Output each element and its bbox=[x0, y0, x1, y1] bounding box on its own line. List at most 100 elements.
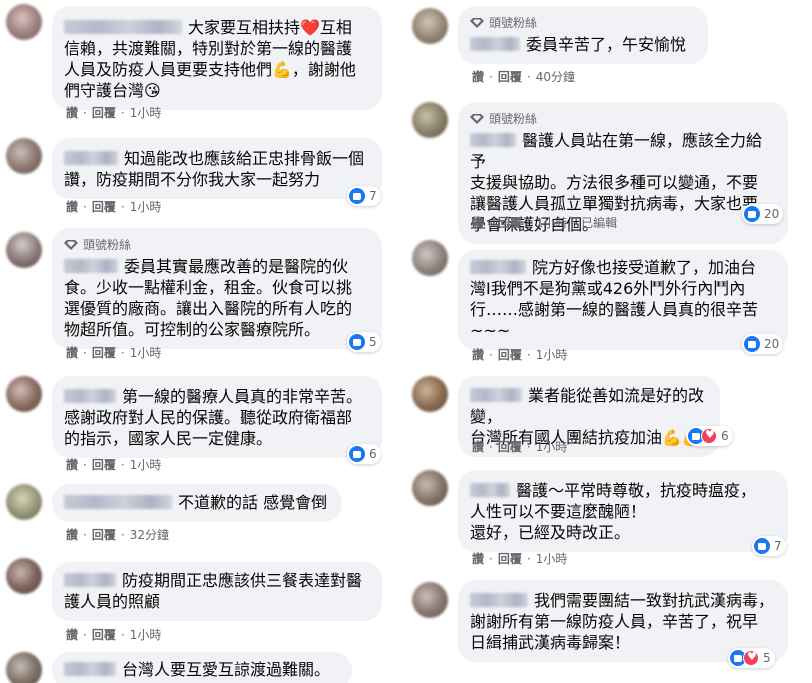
commenter-name[interactable] bbox=[64, 389, 116, 403]
reply-link[interactable]: 回覆 bbox=[92, 456, 116, 473]
reply-link[interactable]: 回覆 bbox=[92, 104, 116, 121]
like-link[interactable]: 讚 bbox=[472, 438, 484, 455]
edited-label[interactable]: 已編輯 bbox=[581, 214, 617, 231]
separator: · bbox=[120, 346, 125, 360]
avatar[interactable] bbox=[412, 102, 448, 138]
commenter-name[interactable] bbox=[64, 573, 116, 587]
like-link[interactable]: 讚 bbox=[66, 526, 78, 543]
like-reaction-icon bbox=[349, 446, 365, 462]
comment-bubble: 第一線的醫療人員真的非常辛苦。 感謝政府對人民的保護。聽從政府衛福部 的指示，國… bbox=[52, 376, 382, 458]
like-link[interactable]: 讚 bbox=[66, 456, 78, 473]
comment-text: 不道歉的話 感覺會倒 bbox=[64, 492, 330, 513]
commenter-name[interactable] bbox=[470, 388, 522, 402]
commenter-name[interactable] bbox=[64, 20, 182, 34]
comment-text: 防疫期間正忠應該供三餐表達對醫 護人員的照顧 bbox=[64, 571, 363, 611]
timestamp[interactable]: 1小時 bbox=[536, 438, 568, 455]
avatar[interactable] bbox=[6, 652, 42, 683]
reply-link[interactable]: 回覆 bbox=[498, 438, 522, 455]
comment-bubble: 院方好像也接受道歉了，加油台 灣I我們不是狗黨或426外鬥外行內鬥內 行……感謝… bbox=[458, 250, 788, 350]
separator: · bbox=[526, 552, 531, 566]
timestamp[interactable]: 1小時 bbox=[536, 214, 568, 231]
timestamp[interactable]: 32分鐘 bbox=[130, 526, 169, 543]
separator: · bbox=[83, 528, 87, 542]
timestamp[interactable]: 1小時 bbox=[536, 550, 568, 567]
timestamp[interactable]: 1小時 bbox=[536, 346, 568, 363]
commenter-name[interactable] bbox=[470, 133, 516, 147]
reply-link[interactable]: 回覆 bbox=[498, 68, 522, 85]
avatar[interactable] bbox=[6, 484, 42, 520]
reply-link[interactable]: 回覆 bbox=[498, 214, 522, 231]
comment-actions: 讚 · 回覆 · 1小時 bbox=[66, 626, 161, 643]
reaction-count[interactable]: 6 bbox=[686, 426, 733, 446]
reaction-count[interactable]: 7 bbox=[752, 536, 786, 556]
avatar[interactable] bbox=[6, 4, 42, 40]
like-link[interactable]: 讚 bbox=[472, 550, 484, 567]
reaction-count[interactable]: 7 bbox=[347, 186, 381, 206]
commenter-name[interactable] bbox=[470, 483, 510, 497]
comment-actions: 讚 · 回覆 · 1小時 bbox=[66, 104, 161, 121]
badge-label: 頭號粉絲 bbox=[83, 238, 132, 252]
like-link[interactable]: 讚 bbox=[66, 626, 78, 643]
timestamp[interactable]: 1小時 bbox=[130, 198, 162, 215]
avatar[interactable] bbox=[6, 138, 42, 174]
timestamp[interactable]: 1小時 bbox=[130, 626, 162, 643]
comment-actions: 讚 · 回覆 · 40分鐘 bbox=[472, 68, 575, 85]
separator: · bbox=[120, 200, 125, 214]
avatar[interactable] bbox=[6, 558, 42, 594]
like-link[interactable]: 讚 bbox=[472, 346, 484, 363]
like-link[interactable]: 讚 bbox=[472, 68, 484, 85]
timestamp[interactable]: 40分鐘 bbox=[536, 68, 575, 85]
commenter-name[interactable] bbox=[470, 37, 520, 51]
separator: · bbox=[120, 458, 125, 472]
avatar[interactable] bbox=[412, 240, 448, 276]
commenter-name[interactable] bbox=[470, 260, 526, 274]
avatar[interactable] bbox=[6, 232, 42, 268]
avatar[interactable] bbox=[412, 376, 448, 412]
commenter-name[interactable] bbox=[64, 495, 172, 509]
comment-text: 我們需要團結一致對抗武漢病毒， 謝謝所有第一線防疫人員，辛苦了，祝早 日緝捕武漢… bbox=[470, 591, 775, 652]
reaction-number: 20 bbox=[764, 207, 780, 221]
comment-bubble: 頭號粉絲 委員辛苦了，午安愉悅 bbox=[458, 6, 708, 64]
comment-actions: 讚 · 回覆 · 1小時 bbox=[66, 456, 161, 473]
separator: · bbox=[526, 70, 531, 84]
reply-link[interactable]: 回覆 bbox=[498, 346, 522, 363]
comment-text: 台灣人要互愛互諒渡過難關。 bbox=[64, 659, 340, 680]
like-link[interactable]: 讚 bbox=[66, 198, 78, 215]
like-link[interactable]: 讚 bbox=[66, 344, 78, 361]
timestamp[interactable]: 1小時 bbox=[130, 104, 162, 121]
avatar[interactable] bbox=[412, 582, 448, 618]
separator: · bbox=[83, 200, 87, 214]
avatar[interactable] bbox=[6, 376, 42, 412]
comment-text: 醫護～平常時尊敬，抗疫時瘟疫， 人性可以不要這麼醜陋！ 還好，已經及時改正。 bbox=[470, 481, 757, 542]
reaction-count[interactable]: 6 bbox=[347, 444, 381, 464]
timestamp[interactable]: 1小時 bbox=[130, 456, 162, 473]
love-reaction-icon bbox=[701, 428, 717, 444]
like-reaction-icon bbox=[349, 188, 365, 204]
comment-actions: 讚 · 回覆 · 1小時 · 已編輯 bbox=[472, 214, 617, 231]
reply-link[interactable]: 回覆 bbox=[498, 550, 522, 567]
commenter-name[interactable] bbox=[64, 259, 118, 273]
commenter-name[interactable] bbox=[470, 593, 528, 607]
reply-link[interactable]: 回覆 bbox=[92, 344, 116, 361]
separator: · bbox=[83, 106, 87, 120]
comment-column-left: 大家要互相扶持❤️互相 信賴，共渡難關，特別對於第一線的醫護 人員及防疫人員更要… bbox=[0, 0, 406, 683]
reply-link[interactable]: 回覆 bbox=[92, 198, 116, 215]
reply-link[interactable]: 回覆 bbox=[92, 626, 116, 643]
reply-link[interactable]: 回覆 bbox=[92, 526, 116, 543]
commenter-name[interactable] bbox=[64, 662, 116, 676]
like-reaction-icon bbox=[744, 206, 760, 222]
reaction-count[interactable]: 20 bbox=[742, 334, 784, 354]
reaction-count[interactable]: 5 bbox=[728, 648, 775, 668]
reaction-count[interactable]: 5 bbox=[347, 332, 381, 352]
separator: · bbox=[83, 458, 87, 472]
reaction-count[interactable]: 20 bbox=[742, 204, 784, 224]
like-link[interactable]: 讚 bbox=[472, 214, 484, 231]
reaction-number: 5 bbox=[763, 651, 771, 665]
avatar[interactable] bbox=[412, 8, 448, 44]
top-fan-badge: 頭號粉絲 bbox=[470, 110, 776, 127]
timestamp[interactable]: 1小時 bbox=[130, 344, 162, 361]
avatar[interactable] bbox=[412, 470, 448, 506]
commenter-name[interactable] bbox=[64, 151, 118, 165]
separator: · bbox=[489, 70, 493, 84]
like-link[interactable]: 讚 bbox=[66, 104, 78, 121]
